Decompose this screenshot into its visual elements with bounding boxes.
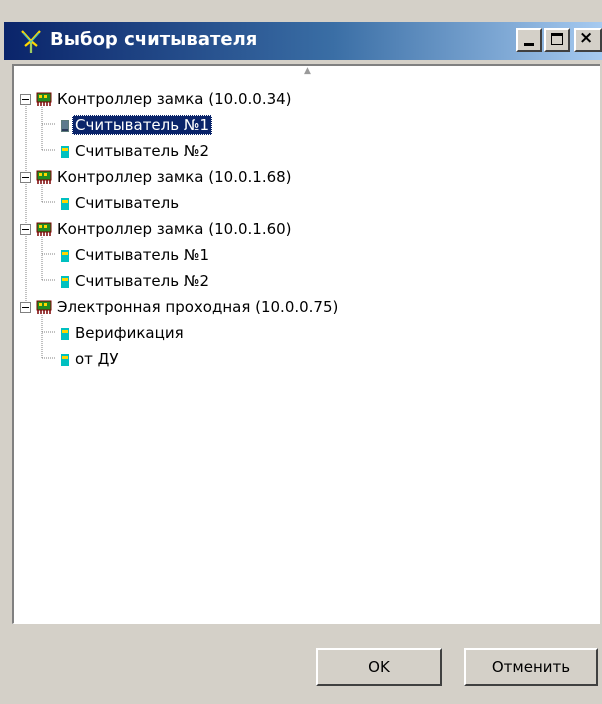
reader-icon [61, 276, 69, 288]
controller-icon [36, 92, 52, 106]
maximize-button[interactable] [544, 28, 570, 52]
tree-node-label: Считыватель №2 [75, 272, 210, 290]
tree-node-reader[interactable]: Считыватель №1 [14, 114, 594, 138]
collapse-toggle-icon[interactable] [20, 224, 31, 235]
reader-icon [61, 198, 69, 210]
tree-node-label: Контроллер замка (10.0.1.68) [57, 168, 292, 186]
minimize-icon [524, 43, 534, 46]
tree-node-controller[interactable]: Контроллер замка (10.0.0.34) [14, 88, 594, 112]
tree-node-label: Контроллер замка (10.0.1.60) [57, 220, 292, 238]
reader-app-icon [21, 30, 41, 53]
controller-icon [36, 170, 52, 184]
sort-up-icon: ▲ [304, 66, 311, 76]
maximize-icon [551, 33, 563, 45]
tree-node-label: Считыватель [75, 194, 180, 212]
reader-icon [61, 328, 69, 340]
tree-node-label: от ДУ [75, 350, 119, 368]
tree-node-reader[interactable]: Считыватель №2 [14, 140, 594, 164]
tree-node-reader[interactable]: Считыватель №2 [14, 270, 594, 294]
reader-icon [61, 146, 69, 158]
controller-icon [36, 300, 52, 314]
tree-node-label: Контроллер замка (10.0.0.34) [57, 90, 292, 108]
tree-node-label: Считыватель №1 [75, 246, 210, 264]
close-icon: × [579, 28, 594, 48]
tree-node-controller[interactable]: Контроллер замка (10.0.1.60) [14, 218, 594, 242]
minimize-button[interactable] [516, 28, 542, 52]
collapse-toggle-icon[interactable] [20, 302, 31, 313]
tree-node-reader[interactable]: Считыватель №1 [14, 244, 594, 268]
dialog-window: Выбор считывателя × ▲ Контроллер замка (… [0, 0, 602, 704]
tree-node-controller[interactable]: Контроллер замка (10.0.1.68) [14, 166, 594, 190]
window-title: Выбор считывателя [50, 29, 258, 50]
tree-node-reader[interactable]: Считыватель [14, 192, 594, 216]
tree-node-reader[interactable]: от ДУ [14, 348, 594, 372]
collapse-toggle-icon[interactable] [20, 94, 31, 105]
tree-node-label: Электронная проходная (10.0.0.75) [57, 298, 339, 316]
reader-icon [61, 250, 69, 262]
cancel-button[interactable]: Отменить [464, 648, 598, 686]
tree-node-label: Считыватель №2 [75, 142, 210, 160]
controller-icon [36, 222, 52, 236]
reader-icon [61, 120, 69, 132]
collapse-toggle-icon[interactable] [20, 172, 31, 183]
tree-node-controller[interactable]: Электронная проходная (10.0.0.75) [14, 296, 594, 320]
tree-node-reader[interactable]: Верификация [14, 322, 594, 346]
close-button[interactable]: × [574, 28, 602, 52]
tree-node-label: Считыватель №1 [72, 115, 213, 135]
tree-node-label: Верификация [75, 324, 184, 342]
reader-icon [61, 354, 69, 366]
ok-button[interactable]: OK [316, 648, 442, 686]
title-bar[interactable]: Выбор считывателя × [4, 22, 602, 60]
reader-tree[interactable]: ▲ Контроллер замка (10.0.0.34) Считывате… [12, 64, 600, 624]
